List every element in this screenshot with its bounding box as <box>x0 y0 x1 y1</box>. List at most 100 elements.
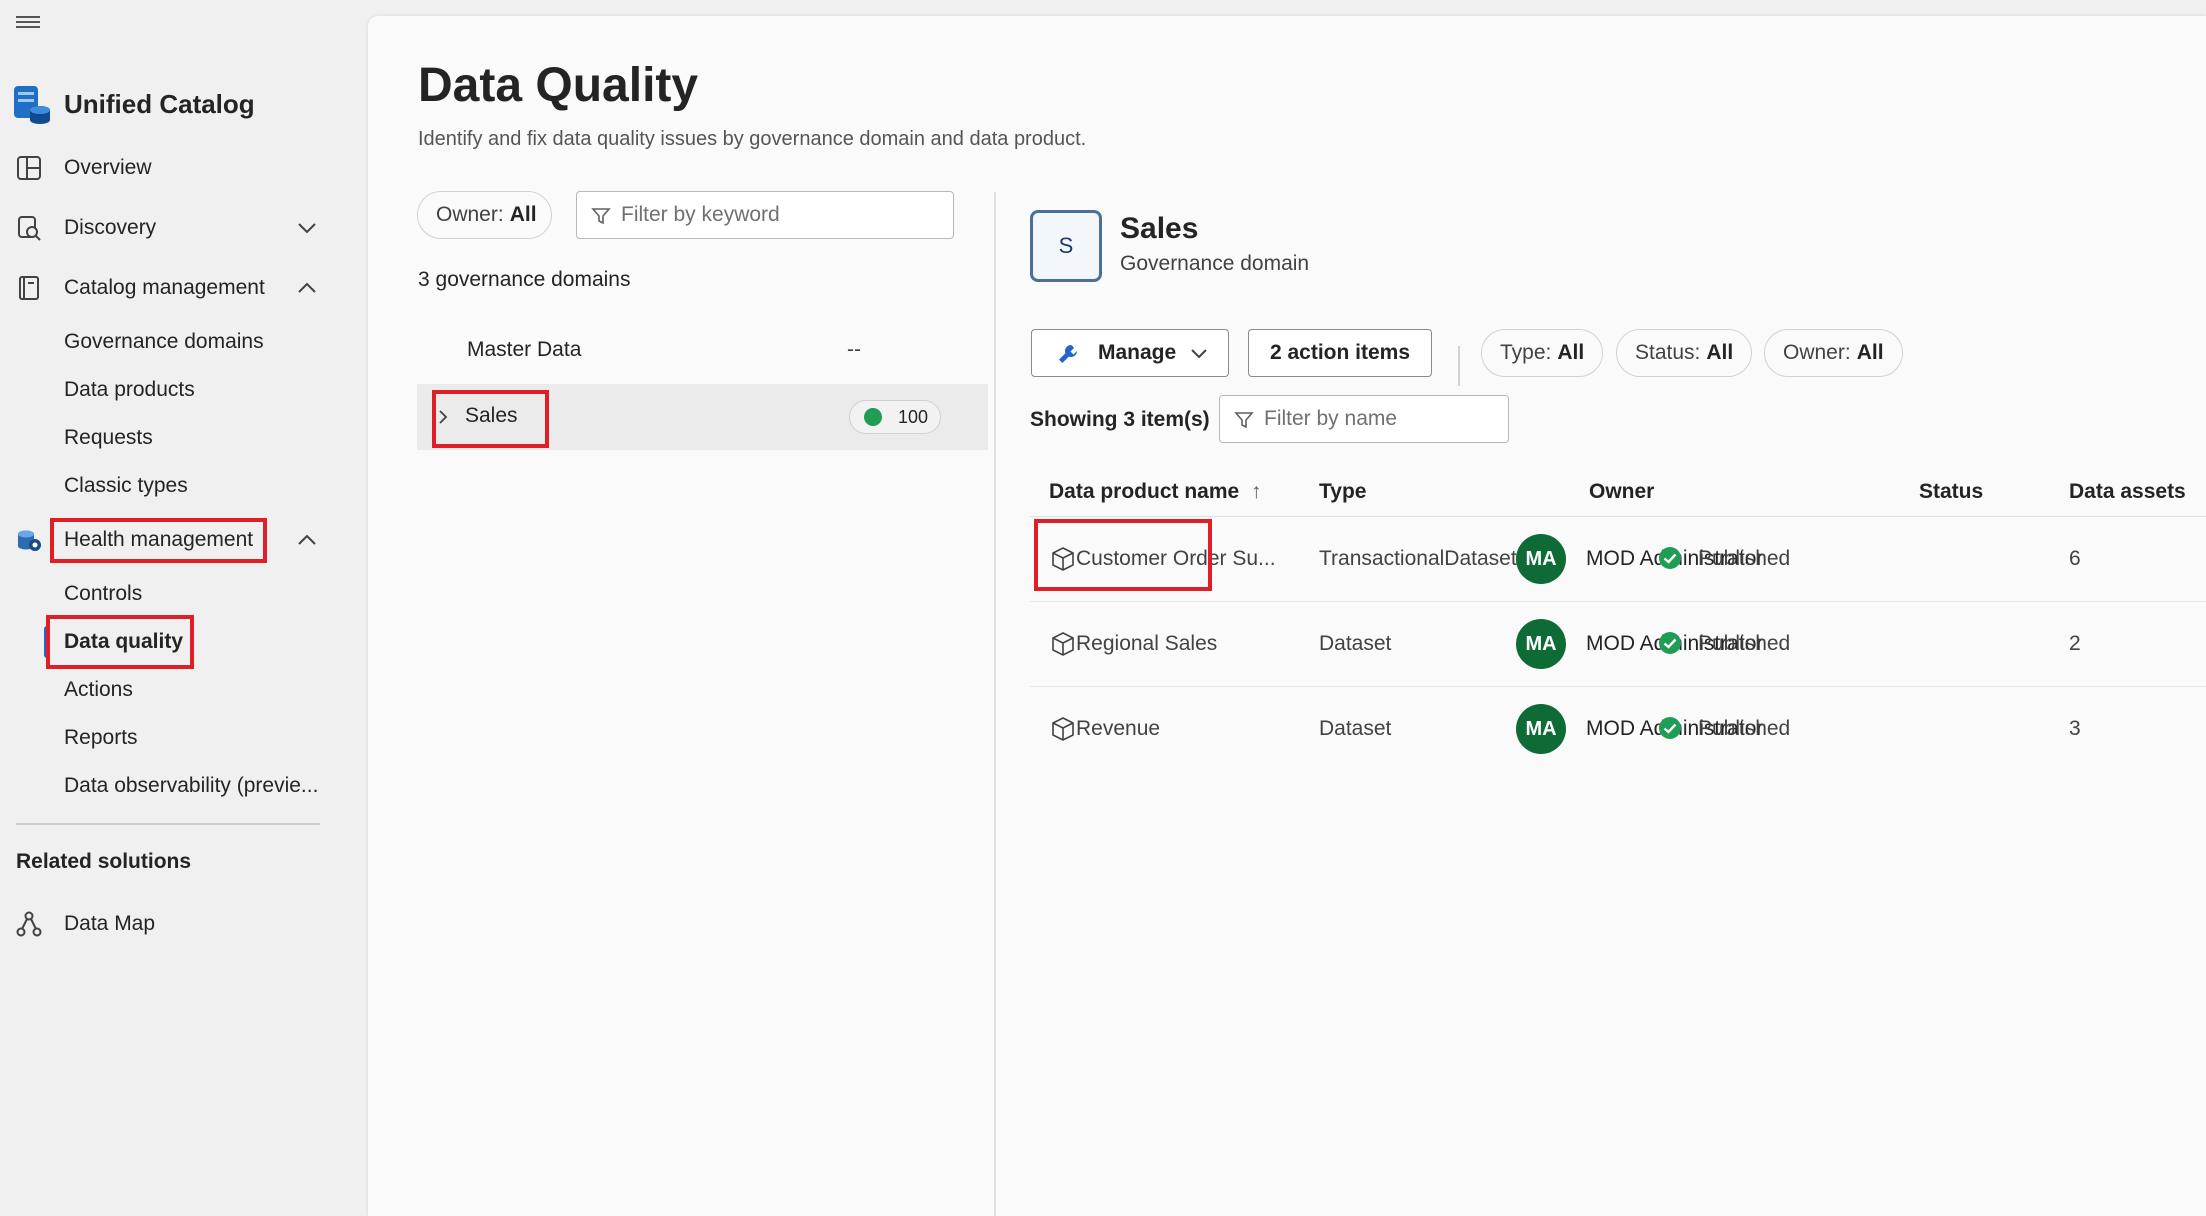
keyword-filter-input[interactable]: Filter by keyword <box>576 191 954 239</box>
filter-icon <box>1234 412 1254 429</box>
catalog-book-icon <box>19 276 39 300</box>
owner-filter-value: All <box>509 203 537 226</box>
owner-filter-label-detail: Owner: <box>1783 341 1851 364</box>
type-filter-label: Type: <box>1500 341 1552 364</box>
nav-catalog-management-label: Catalog management <box>64 276 265 299</box>
nav-controls[interactable]: Controls <box>64 574 142 614</box>
type-filter-pill[interactable]: Type: All <box>1481 329 1604 377</box>
data-product-cube-icon <box>1052 547 1074 571</box>
status-filter-value: All <box>1706 341 1734 364</box>
nav-reports[interactable]: Reports <box>64 718 138 758</box>
left-nav: Unified Catalog Overview Discovery Catal… <box>0 0 346 1216</box>
overview-icon <box>17 156 41 180</box>
avatar: MA <box>1516 704 1566 754</box>
name-filter-placeholder: Filter by name <box>1264 407 1398 430</box>
domains-count: 3 governance domains <box>418 268 631 291</box>
data-product-type: TransactionalDataset <box>1319 547 1517 570</box>
col-header-status[interactable]: Status <box>1919 480 1983 504</box>
toolbar-separator <box>1458 346 1460 386</box>
unified-catalog-icon <box>14 86 50 124</box>
owner-filter-value-detail: All <box>1856 341 1884 364</box>
nav-overview-label: Overview <box>64 156 152 179</box>
domain-row-master-data[interactable]: Master Data -- <box>417 318 988 384</box>
keyword-filter-placeholder: Filter by keyword <box>621 203 780 226</box>
status-text: Published <box>1698 547 1791 570</box>
nav-classic-types[interactable]: Classic types <box>64 466 188 506</box>
domain-row-sales[interactable]: Sales 100 <box>417 384 988 450</box>
col-header-data-assets[interactable]: Data assets <box>2069 480 2186 504</box>
col-header-owner[interactable]: Owner <box>1589 480 1654 504</box>
nav-health-management[interactable]: Health management <box>0 516 330 564</box>
discovery-icon <box>18 216 41 241</box>
chevron-down-icon <box>1191 349 1207 359</box>
domain-title: Sales <box>1120 212 1199 245</box>
avatar: MA <box>1516 619 1566 669</box>
col-header-name[interactable]: Data product name ↑ <box>1049 480 1262 504</box>
data-product-name[interactable]: Customer Order Su... <box>1076 547 1276 571</box>
type-filter-value: All <box>1557 341 1585 364</box>
avatar: MA <box>1516 534 1566 584</box>
data-assets-count: 3 <box>2069 717 2081 740</box>
owner-filter-pill[interactable]: Owner: All <box>417 191 552 239</box>
app-title: Unified Catalog <box>64 88 255 119</box>
manage-label: Manage <box>1098 341 1177 364</box>
chevron-right-icon[interactable] <box>437 408 449 426</box>
manage-button[interactable]: Manage <box>1031 329 1229 377</box>
table-row[interactable]: Regional Sales Dataset MA MOD Administra… <box>1030 602 2206 687</box>
domain-type: Governance domain <box>1120 252 1310 275</box>
chevron-down-icon[interactable] <box>296 221 318 235</box>
data-product-type: Dataset <box>1319 717 1392 740</box>
nav-discovery[interactable]: Discovery <box>0 204 330 252</box>
nav-overview[interactable]: Overview <box>0 144 330 192</box>
page-title: Data Quality <box>418 59 699 112</box>
status-text: Published <box>1698 717 1791 740</box>
owner-filter-label: Owner: <box>436 203 504 226</box>
chevron-up-icon[interactable] <box>296 281 318 295</box>
wrench-icon <box>1059 344 1077 363</box>
quality-score-badge: 100 <box>849 400 941 434</box>
published-check-icon <box>1659 632 1681 654</box>
selected-indicator <box>44 626 50 658</box>
page-subtitle: Identify and fix data quality issues by … <box>418 128 1087 150</box>
name-filter-input[interactable]: Filter by name <box>1219 395 1509 443</box>
panel-divider <box>994 192 996 1216</box>
nav-data-products[interactable]: Data products <box>64 370 195 410</box>
filter-icon <box>591 208 611 225</box>
nav-actions[interactable]: Actions <box>64 670 133 710</box>
col-header-name-label: Data product name <box>1049 480 1240 503</box>
data-assets-count: 6 <box>2069 547 2081 570</box>
data-product-type: Dataset <box>1319 632 1392 655</box>
sort-ascending-icon: ↑ <box>1251 480 1262 503</box>
app-brand: Unified Catalog <box>12 82 255 126</box>
nav-data-map[interactable]: Data Map <box>0 900 330 948</box>
table-row[interactable]: Customer Order Su... TransactionalDatase… <box>1030 517 2206 602</box>
data-product-cube-icon <box>1052 717 1074 741</box>
data-product-name[interactable]: Revenue <box>1076 717 1160 741</box>
status-filter-pill[interactable]: Status: All <box>1616 329 1753 377</box>
data-map-icon <box>16 911 42 937</box>
hamburger-menu-icon[interactable] <box>16 16 42 32</box>
nav-data-quality[interactable]: Data quality <box>64 622 183 662</box>
nav-health-management-label: Health management <box>64 528 254 551</box>
nav-catalog-management[interactable]: Catalog management <box>0 264 330 312</box>
col-header-type[interactable]: Type <box>1319 480 1366 504</box>
domain-name: Sales <box>465 404 518 427</box>
domain-avatar: S <box>1030 210 1102 282</box>
nav-data-map-label: Data Map <box>64 912 156 935</box>
action-items-button[interactable]: 2 action items <box>1248 329 1432 377</box>
showing-count: Showing 3 item(s) <box>1030 408 1210 431</box>
status-text: Published <box>1698 632 1791 655</box>
owner-filter-pill-detail[interactable]: Owner: All <box>1764 329 1903 377</box>
nav-data-observability[interactable]: Data observability (previe... <box>64 766 318 806</box>
nav-requests[interactable]: Requests <box>64 418 153 458</box>
chevron-up-icon[interactable] <box>296 533 318 547</box>
table-row[interactable]: Revenue Dataset MA MOD Administrator Pub… <box>1030 687 2206 772</box>
domain-name: Master Data <box>467 338 582 361</box>
data-product-cube-icon <box>1052 632 1074 656</box>
data-product-name[interactable]: Regional Sales <box>1076 632 1217 656</box>
health-database-icon <box>18 530 41 551</box>
nav-governance-domains[interactable]: Governance domains <box>64 322 264 362</box>
nav-divider <box>16 823 320 825</box>
related-solutions-heading: Related solutions <box>16 850 192 873</box>
domain-score-empty: -- <box>847 338 861 361</box>
